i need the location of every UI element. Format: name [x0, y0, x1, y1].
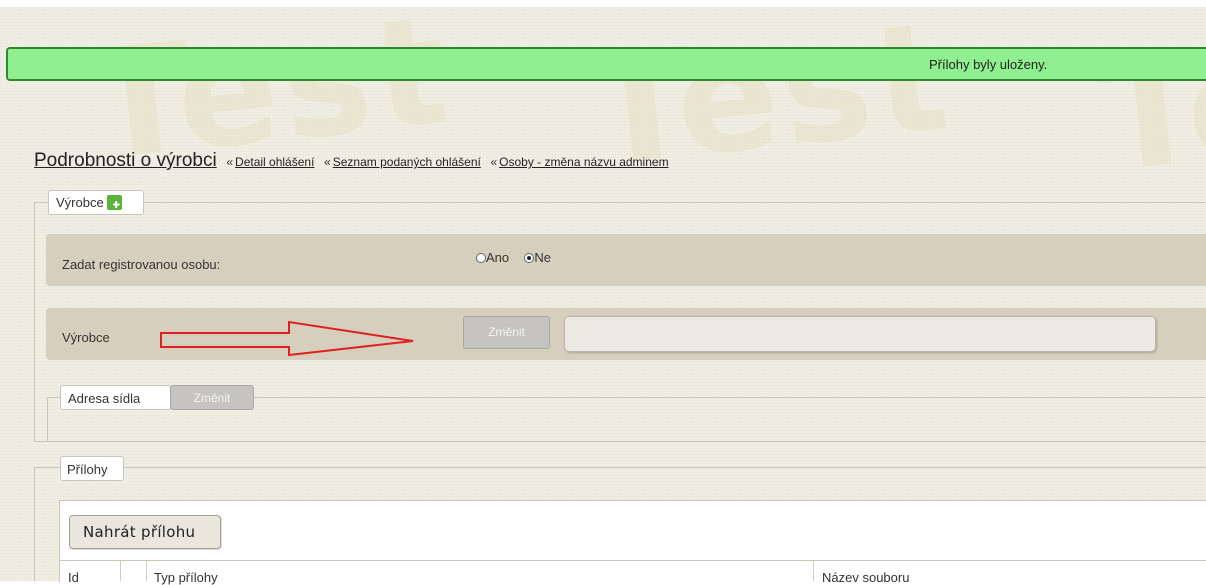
fieldset-border	[34, 202, 1206, 203]
column-header-filename[interactable]: Název souboru	[822, 570, 909, 585]
breadcrumb-osoby-zmena-nazvu[interactable]: Osoby - změna názvu adminem	[499, 155, 668, 169]
fieldset-border	[34, 467, 35, 581]
radio-ano[interactable]	[476, 253, 486, 263]
table-column-divider	[146, 560, 147, 581]
fieldset-border	[34, 467, 1206, 468]
page-background	[0, 0, 1206, 581]
breadcrumb-separator: «	[324, 155, 331, 169]
table-header-border	[59, 560, 1206, 561]
registered-person-label: Zadat registrovanou osobu:	[62, 257, 221, 272]
fieldset-border	[47, 397, 48, 441]
vyrobce-legend: Výrobce	[48, 190, 144, 215]
fieldset-border	[34, 202, 35, 442]
column-header-type[interactable]: Typ přílohy	[154, 570, 218, 585]
page-heading: Podrobnosti o výrobci «Detail ohlášení «…	[34, 150, 669, 172]
fieldset-border	[34, 441, 1206, 442]
radio-ano-label: Ano	[486, 250, 510, 265]
page-title[interactable]: Podrobnosti o výrobci	[34, 150, 217, 171]
breadcrumb-separator: «	[490, 155, 498, 169]
success-message: Přílohy byly uloženy.	[929, 57, 1048, 72]
upload-attachment-button[interactable]: Nahrát přílohu	[69, 515, 221, 549]
arrow-shape	[160, 320, 414, 357]
registered-person-radio-group: Ano Ne	[476, 250, 551, 265]
table-column-divider	[120, 560, 121, 581]
radio-ne-label: Ne	[534, 250, 552, 265]
red-arrow-annotation	[160, 320, 414, 357]
address-legend: Adresa sídla	[60, 385, 171, 410]
vyrobce-field[interactable]	[564, 316, 1156, 352]
add-document-icon[interactable]	[106, 195, 122, 210]
address-change-button[interactable]: Změnit	[170, 385, 254, 410]
table-column-divider	[813, 560, 814, 581]
radio-ne[interactable]	[524, 253, 535, 263]
breadcrumb-seznam-ohlaseni[interactable]: Seznam podaných ohlášení	[333, 155, 481, 169]
attachments-table-panel	[59, 500, 1206, 582]
breadcrumb-detail-ohlaseni[interactable]: Detail ohlášení	[235, 155, 314, 169]
vyrobce-change-button[interactable]: Změnit	[463, 316, 550, 349]
attachments-legend: Přílohy	[60, 456, 124, 481]
vyrobce-label: Výrobce	[62, 330, 110, 345]
top-strip	[0, 0, 1206, 7]
vyrobce-legend-label: Výrobce	[56, 195, 104, 210]
breadcrumb-separator: «	[226, 155, 234, 169]
column-header-id[interactable]: Id	[68, 570, 79, 585]
